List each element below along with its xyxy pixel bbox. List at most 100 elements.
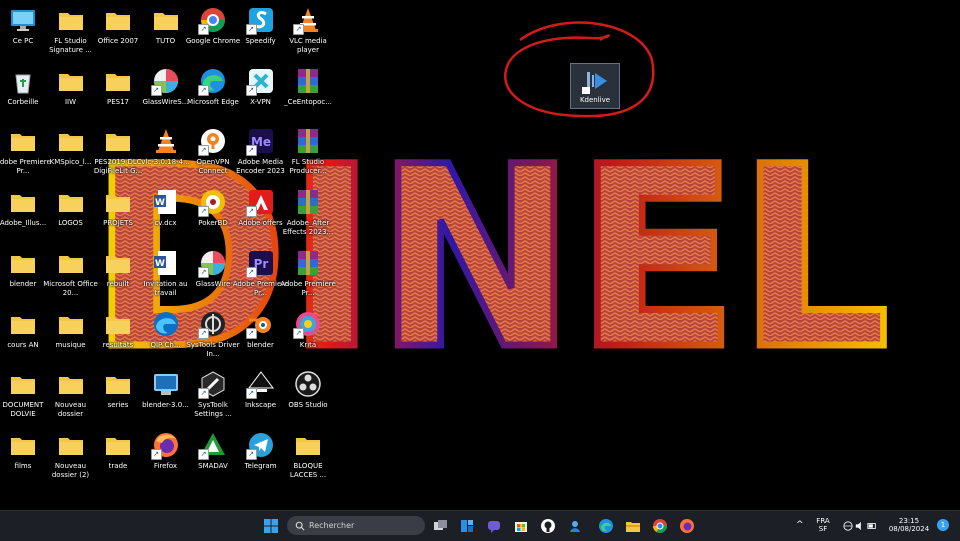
desktop-icon[interactable]: Adobe_After Effects 2023... [280, 186, 336, 244]
word-doc-icon: W [153, 250, 176, 275]
folder-icon [153, 13, 178, 30]
desktop[interactable]: DINEL Ce PC Corbeille Adobe Premiere Pr...… [0, 0, 960, 510]
desktop-icon[interactable]: BLOQUE LACCES ... [280, 429, 336, 487]
folder-icon [58, 13, 83, 30]
widgets-button[interactable] [457, 516, 477, 536]
chrome-button[interactable] [650, 516, 670, 536]
folder-icon [58, 255, 83, 273]
folder-icon [106, 134, 130, 152]
chrome-icon [653, 519, 667, 533]
start-button[interactable] [261, 516, 281, 536]
desktop-icon-label: VLC media player [289, 37, 327, 54]
shortcut-arrow-icon: ↗ [150, 84, 162, 96]
desktop-icon[interactable]: ↗ VLC media player [280, 4, 336, 62]
copilot-button[interactable] [565, 516, 585, 536]
folder-icon [106, 13, 130, 30]
desktop-icon-label: Adobe Premiere Pr... [280, 279, 336, 297]
shortcut-arrow-icon: ↗ [245, 266, 257, 278]
task-view-button[interactable] [430, 516, 450, 536]
folder-icon [58, 73, 83, 91]
folder-icon [106, 255, 130, 273]
notification-badge[interactable]: 1 [937, 519, 949, 531]
keyboard-layout: SF [818, 525, 828, 533]
shortcut-arrow-icon: ↗ [198, 84, 209, 96]
edge-button[interactable] [596, 516, 616, 536]
search-box[interactable]: Rechercher [287, 516, 425, 535]
folder-icon [11, 195, 35, 213]
copilot-icon [570, 521, 580, 532]
github-button[interactable] [538, 516, 558, 536]
kdenlive-label: Kdenlive [579, 96, 611, 104]
shortcut-arrow-icon: ↗ [245, 24, 257, 35]
file-explorer-button[interactable] [623, 516, 643, 536]
folder-icon [58, 316, 83, 334]
desktop-icon-label: FL Studio Producer... [289, 158, 327, 176]
teams-chat-button[interactable] [484, 516, 504, 536]
shortcut-arrow-icon: ↗ [245, 145, 257, 157]
store-icon [515, 522, 527, 532]
desktop-icon[interactable]: OBS Studio [280, 368, 336, 426]
desktop-icon-label: OBS Studio [288, 401, 328, 410]
windows-start-icon [264, 519, 278, 533]
folder-icon [11, 377, 35, 395]
teams-chat-icon [488, 521, 500, 533]
folder-icon [58, 195, 83, 213]
folder-icon [11, 134, 35, 152]
folder-icon [58, 377, 83, 395]
desktop-icon-label: _CeEntopoc... [284, 97, 332, 106]
folder-icon [296, 437, 320, 455]
shortcut-arrow-icon: ↗ [198, 266, 209, 278]
github-icon [541, 519, 555, 533]
winrar-icon [298, 250, 318, 275]
folder-icon [58, 437, 83, 455]
shortcut-arrow-icon: ↗ [293, 24, 304, 35]
search-icon [295, 521, 305, 531]
shortcut-arrow-icon: ↗ [198, 145, 209, 157]
folder-icon [106, 195, 130, 213]
shortcut-arrow-icon: ↗ [198, 327, 209, 339]
taskbar: Rechercher ^ FRA SF 23:15 08/08/2024 1 [0, 510, 960, 541]
shortcut-arrow-icon: ↗ [198, 388, 209, 400]
shortcut-arrow-icon: ↗ [198, 448, 209, 460]
firefox-button[interactable] [677, 516, 697, 536]
desktop-icon-label: Krita [299, 340, 317, 349]
shortcut-arrow-icon: ↗ [245, 84, 257, 96]
vlc-icon [155, 129, 176, 154]
system-tray-icons[interactable] [840, 516, 880, 536]
edge-icon [599, 519, 613, 533]
svg-text:W: W [155, 259, 165, 269]
winrar-icon [298, 68, 318, 93]
folder-icon [106, 377, 130, 395]
store-button[interactable] [511, 516, 531, 536]
shortcut-arrow-icon: ↗ [293, 327, 304, 339]
desktop-icon-label: BLOQUE LACCES ... [289, 461, 327, 479]
tray-overflow-chevron[interactable]: ^ [796, 521, 804, 530]
folder-icon [106, 437, 130, 455]
winrar-icon [298, 190, 318, 215]
network-icon [843, 521, 853, 531]
desktop-icon[interactable]: FL Studio Producer... [280, 125, 336, 183]
word-doc-icon: W [153, 190, 176, 215]
clock-date: 08/08/2024 [888, 525, 930, 533]
shortcut-arrow-icon: ↗ [245, 448, 257, 460]
language-indicator[interactable]: FRA SF [813, 517, 833, 533]
desktop-icon[interactable]: ↗ Krita [280, 308, 336, 366]
installer-icon [153, 374, 178, 396]
firefox-icon [680, 519, 694, 533]
clock[interactable]: 23:15 08/08/2024 [886, 517, 932, 533]
file-explorer-icon [626, 522, 640, 532]
edge-alt-icon [153, 311, 178, 336]
shortcut-arrow-icon: ↗ [198, 24, 209, 35]
recycle-bin-icon [15, 74, 31, 94]
desktop-icon[interactable]: _CeEntopoc... [280, 65, 336, 123]
desktop-icon[interactable]: Adobe Premiere Pr... [280, 247, 336, 305]
folder-icon [106, 73, 130, 91]
volume-icon [855, 521, 861, 531]
task-view-icon [434, 520, 447, 530]
svg-text:W: W [155, 198, 165, 208]
kdenlive-icon [582, 72, 607, 94]
kdenlive-shortcut[interactable]: Kdenlive [570, 63, 620, 109]
obs-icon [295, 371, 321, 397]
battery-icon [867, 523, 876, 529]
folder-icon [58, 134, 83, 152]
